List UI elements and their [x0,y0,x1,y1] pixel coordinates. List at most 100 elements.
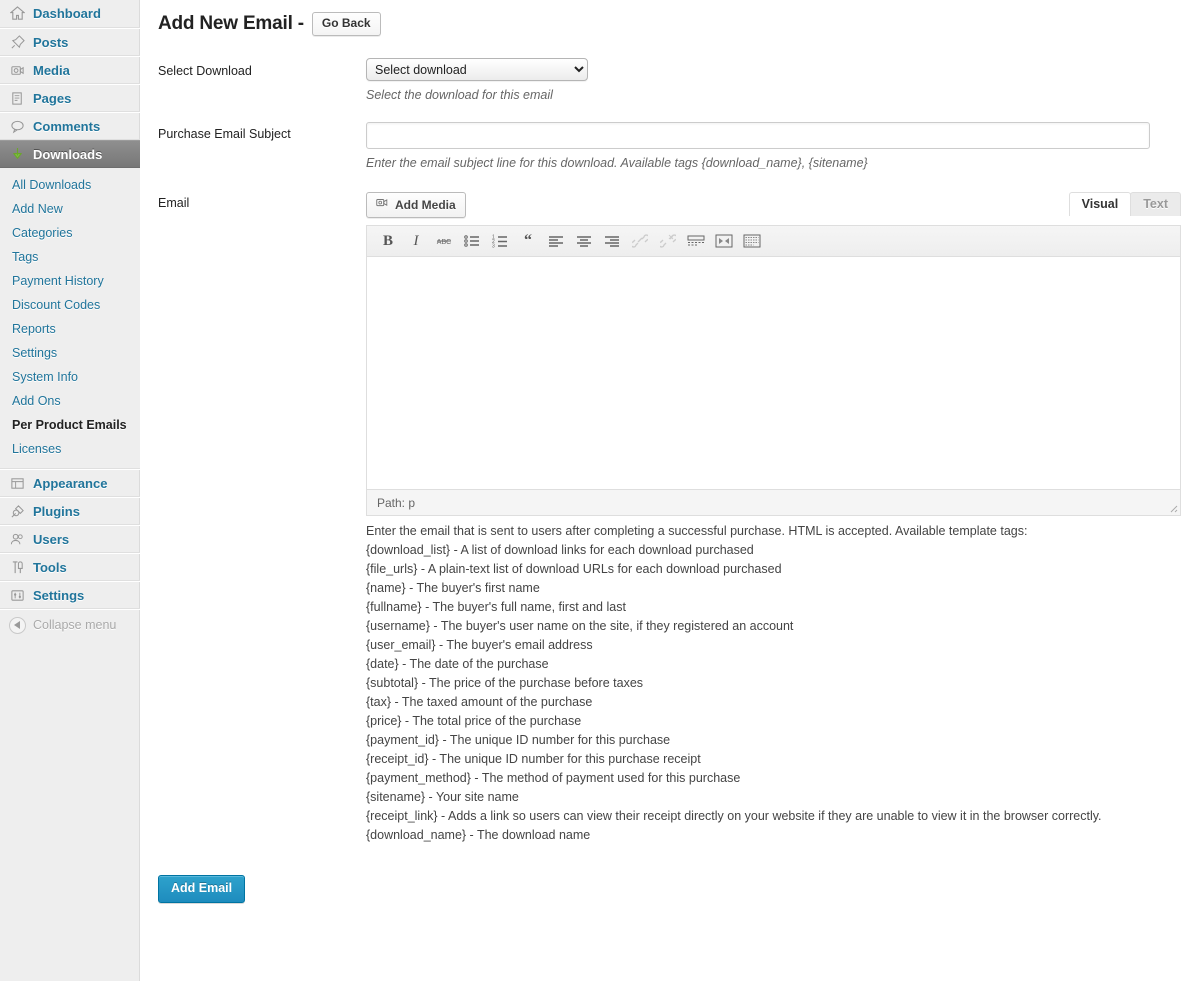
submit-area: Add Email [158,875,1200,903]
form-row-email: Email Add Media Visual Text B I ABC 1 2 … [140,192,1200,845]
page-header: Add New Email - Go Back [140,0,1200,36]
template-tag-line: {username} - The buyer's user name on th… [366,619,794,633]
editor-statusbar: Path: p [367,489,1180,515]
purchase-email-subject-input[interactable] [366,122,1150,149]
sidebar-item-posts[interactable]: Posts [0,28,140,56]
sidebar-label: Users [33,531,70,547]
sidebar-label: Dashboard [33,6,101,21]
form-row-select-download: Select Download Select download Select t… [140,58,1200,102]
sidebar-item-settings[interactable]: Settings [0,581,140,609]
sidebar-label: Media [33,62,70,78]
sidebar-item-system-info[interactable]: System Info [0,365,140,389]
toolbar-toggle-icon[interactable] [739,229,765,253]
blockquote-icon[interactable]: “ [515,229,541,253]
template-tag-line: {file_urls} - A plain-text list of downl… [366,562,782,576]
align-center-icon[interactable] [571,229,597,253]
sidebar-label: Appearance [33,475,108,491]
admin-sidebar: Dashboard Posts Media Pages Comments Dow… [0,0,154,981]
sidebar-item-users[interactable]: Users [0,525,140,553]
sidebar-item-comments[interactable]: Comments [0,112,140,140]
pin-icon [9,34,26,51]
template-tags-description: Enter the email that is sent to users af… [366,522,1181,845]
form-row-purchase-email-subject: Purchase Email Subject Enter the email s… [140,122,1200,170]
tools-icon [9,559,26,576]
insert-link-icon[interactable] [627,229,653,253]
insert-more-tag-icon[interactable] [683,229,709,253]
purchase-email-subject-label: Purchase Email Subject [158,127,291,141]
editor-resize-handle[interactable] [1166,501,1178,513]
sidebar-item-per-product-emails[interactable]: Per Product Emails [0,413,140,437]
select-download-description: Select the download for this email [366,88,553,102]
fullscreen-icon[interactable] [711,229,737,253]
strikethrough-icon[interactable]: ABC [431,229,457,253]
sidebar-item-pages[interactable]: Pages [0,84,140,112]
appearance-icon [9,475,26,492]
add-media-button[interactable]: Add Media [366,192,466,218]
sidebar-item-settings[interactable]: Settings [0,341,140,365]
sidebar-item-categories[interactable]: Categories [0,221,140,245]
editor-mode-tabs: Visual Text [1068,192,1181,216]
page-title: Add New Email - [158,13,304,34]
plug-icon [9,503,26,520]
template-tag-line: {fullname} - The buyer's full name, firs… [366,600,626,614]
editor-content-area[interactable] [367,257,1180,489]
go-back-button[interactable]: Go Back [311,12,381,36]
numbered-list-icon[interactable]: 123 [487,229,513,253]
sidebar-item-downloads[interactable]: Downloads [0,140,154,169]
sidebar-item-discount-codes[interactable]: Discount Codes [0,293,140,317]
comment-bubble-icon [9,118,26,135]
bulleted-list-icon[interactable] [459,229,485,253]
users-icon [9,531,26,548]
sidebar-label: Settings [33,587,85,603]
purchase-email-subject-description: Enter the email subject line for this do… [366,156,868,170]
collapse-menu-button[interactable]: Collapse menu [0,609,140,640]
template-tags-intro: Enter the email that is sent to users af… [366,524,1028,538]
sidebar-item-all-downloads[interactable]: All Downloads [0,173,140,197]
sidebar-item-tools[interactable]: Tools [0,553,140,581]
template-tag-line: {subtotal} - The price of the purchase b… [366,676,644,690]
svg-text:ABC: ABC [437,239,451,246]
tab-text[interactable]: Text [1130,192,1181,216]
sidebar-item-appearance[interactable]: Appearance [0,469,140,497]
template-tag-line: {payment_id} - The unique ID number for … [366,733,671,747]
sidebar-label: Posts [33,34,69,50]
sidebar-label: Plugins [33,503,80,519]
sidebar-item-reports[interactable]: Reports [0,317,140,341]
sidebar-item-media[interactable]: Media [0,56,140,84]
tab-visual[interactable]: Visual [1068,192,1132,216]
template-tag-line: {download_list} - A list of download lin… [366,543,754,557]
sidebar-item-payment-history[interactable]: Payment History [0,269,140,293]
sidebar-item-add-new[interactable]: Add New [0,197,140,221]
sidebar-label: Comments [33,118,101,134]
align-left-icon[interactable] [543,229,569,253]
svg-text:3: 3 [492,244,495,249]
sidebar-label: Downloads [33,146,103,162]
sidebar-item-dashboard[interactable]: Dashboard [0,0,140,28]
template-tag-line: {payment_method} - The method of payment… [366,771,741,785]
add-email-button[interactable]: Add Email [158,875,246,903]
add-media-icon [375,196,389,213]
sidebar-item-tags[interactable]: Tags [0,245,140,269]
template-tag-line: {sitename} - Your site name [366,790,519,804]
sidebar-label: Tools [33,559,67,575]
sidebar-item-add-ons[interactable]: Add Ons [0,389,140,413]
remove-link-icon[interactable] [655,229,681,253]
add-media-label: Add Media [395,197,456,212]
sidebar-item-licenses[interactable]: Licenses [0,437,140,461]
template-tag-line: {download_name} - The download name [366,828,591,842]
page-icon [9,90,26,107]
settings-sliders-icon [9,587,26,604]
template-tag-line: {receipt_id} - The unique ID number for … [366,752,701,766]
template-tag-line: {tax} - The taxed amount of the purchase [366,695,593,709]
sidebar-item-plugins[interactable]: Plugins [0,497,140,525]
template-tag-line: {receipt_link} - Adds a link so users ca… [366,809,1102,823]
italic-icon[interactable]: I [403,229,429,253]
sidebar-label: Pages [33,90,72,106]
align-right-icon[interactable] [599,229,625,253]
select-download-dropdown[interactable]: Select download [366,58,588,81]
email-editor: Add Media Visual Text B I ABC 1 2 3 “ Pa… [366,192,1181,845]
main-content: Add New Email - Go Back Select Download … [140,0,1200,981]
email-label: Email [158,196,190,210]
bold-icon[interactable]: B [375,229,401,253]
download-arrow-icon [9,146,26,163]
